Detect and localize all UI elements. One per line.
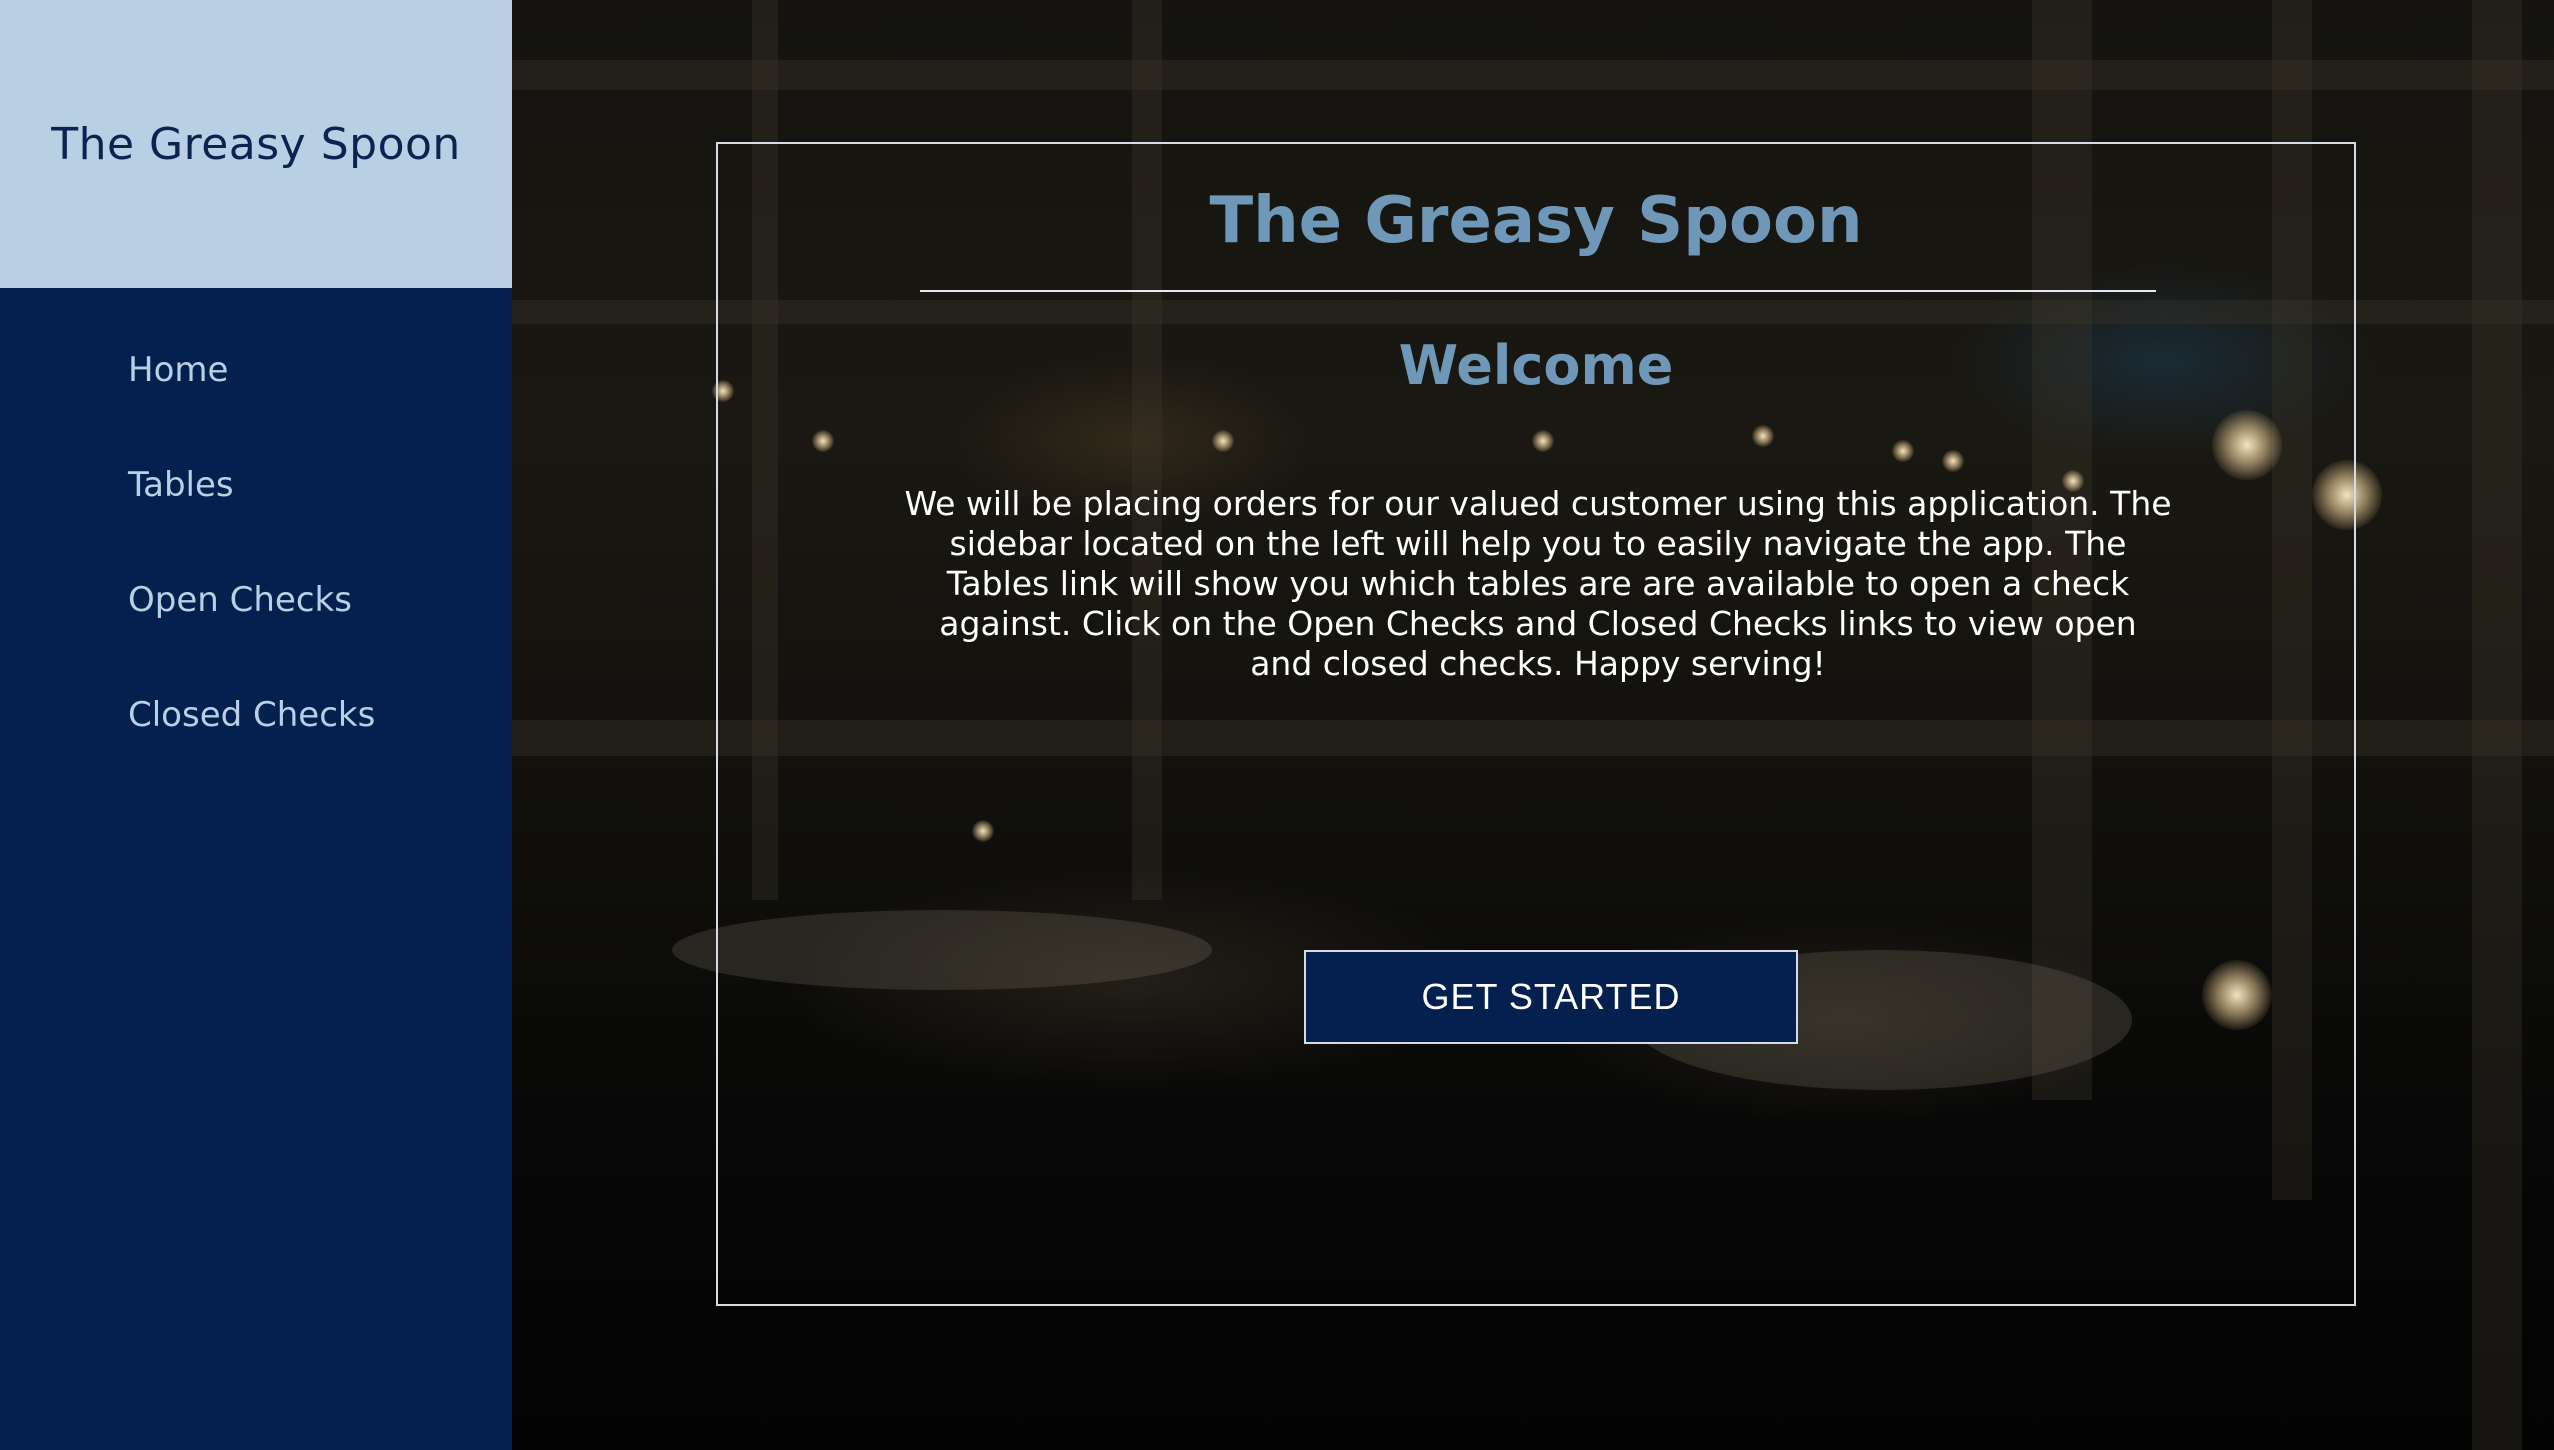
sidebar-item-tables[interactable]: Tables (0, 465, 512, 580)
intro-text: We will be placing orders for our valued… (904, 484, 2172, 683)
page-title: The Greasy Spoon (1209, 184, 1863, 258)
app: The Greasy Spoon Home Tables Open Checks… (0, 0, 2554, 1450)
sidebar-item-open-checks[interactable]: Open Checks (0, 580, 512, 695)
get-started-button[interactable]: GET STARTED (1304, 950, 1798, 1044)
sidebar-item-closed-checks[interactable]: Closed Checks (0, 695, 512, 810)
sidebar: The Greasy Spoon Home Tables Open Checks… (0, 0, 512, 1450)
brand-title[interactable]: The Greasy Spoon (51, 119, 461, 170)
sidebar-brand: The Greasy Spoon (0, 0, 512, 288)
sidebar-nav: Home Tables Open Checks Closed Checks (0, 288, 512, 810)
main-content: The Greasy Spoon Welcome We will be plac… (512, 0, 2554, 1450)
welcome-panel: The Greasy Spoon Welcome We will be plac… (716, 142, 2356, 1306)
sidebar-item-home[interactable]: Home (0, 350, 512, 465)
title-divider (920, 290, 2156, 292)
welcome-heading: Welcome (1398, 334, 1674, 397)
